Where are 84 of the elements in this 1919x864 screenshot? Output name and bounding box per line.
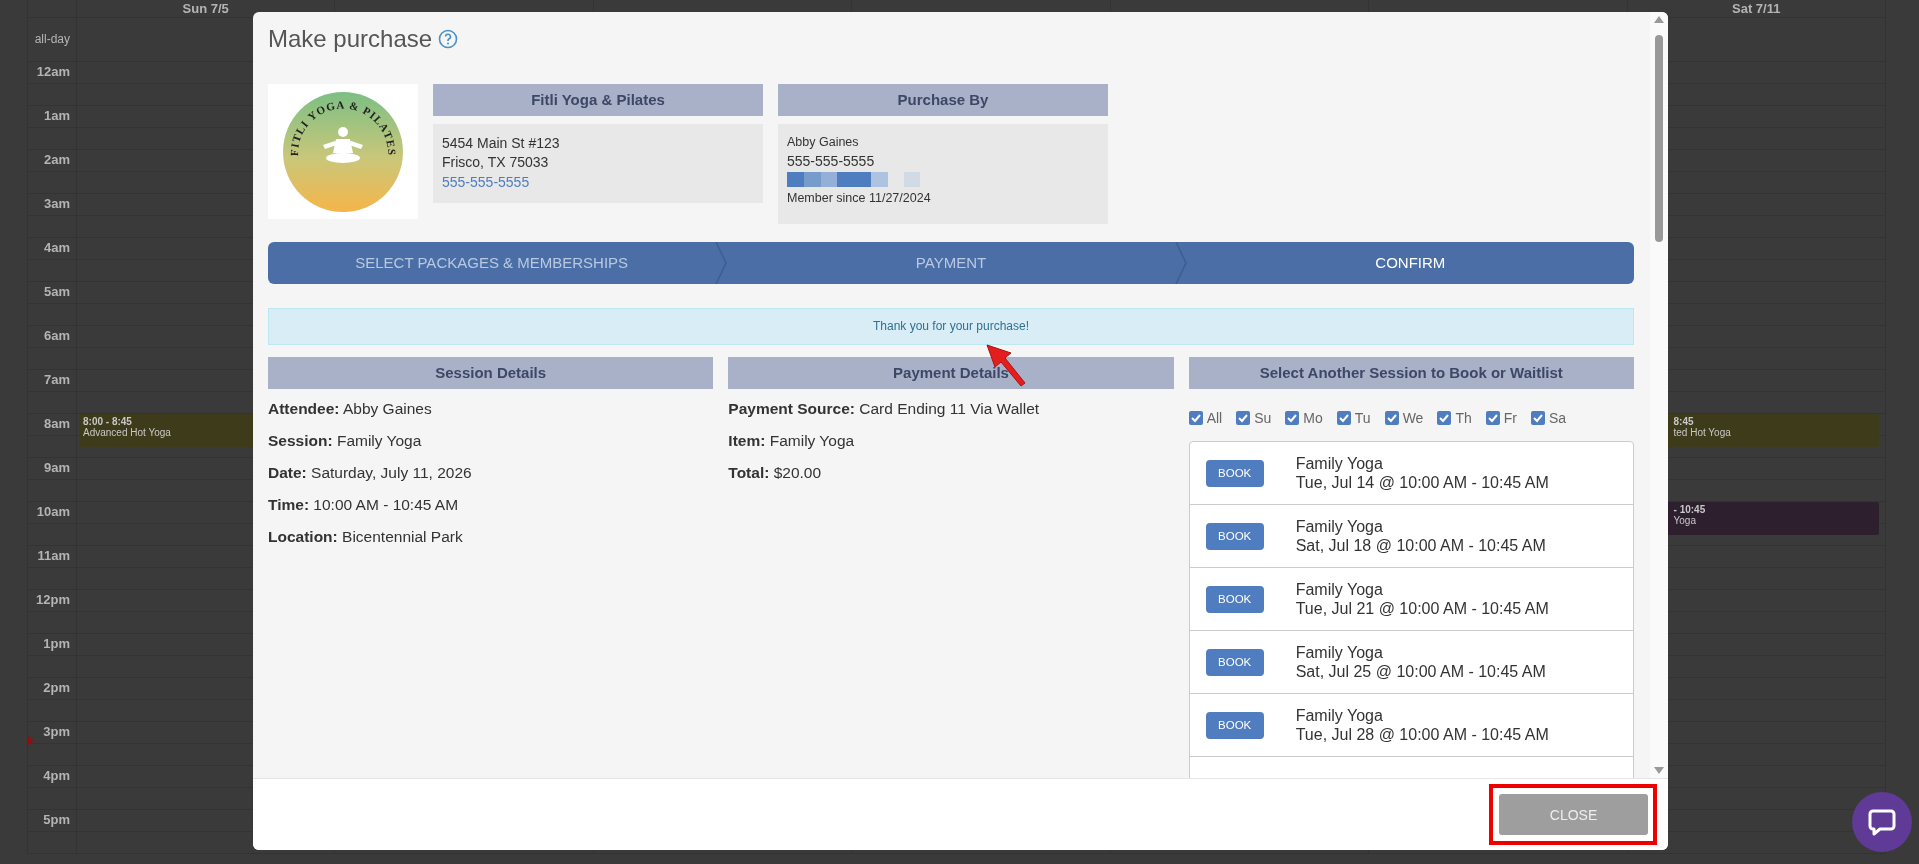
session-time: Tue, Jul 21 @ 10:00 AM - 10:45 AM <box>1295 599 1549 618</box>
hour-label: 12am <box>36 64 70 79</box>
up-arrow-icon[interactable] <box>1654 16 1664 23</box>
scrollbar[interactable] <box>1650 12 1668 778</box>
day-checkbox[interactable]: Mo <box>1285 410 1323 426</box>
detail-line: Payment Source: Card Ending 11 Via Wallet <box>728 399 1041 419</box>
hour-label: 10am <box>36 504 70 519</box>
hour-label: 12pm <box>36 592 70 607</box>
hour-label: 8am <box>43 416 70 431</box>
card-header: Fitli Yoga & Pilates <box>433 84 763 116</box>
checkbox-icon[interactable] <box>1530 411 1545 425</box>
detail-line: Item: Family Yoga <box>728 431 856 451</box>
day-header: Sat 7/11 <box>1732 1 1781 16</box>
hour-label: 11am <box>37 548 70 563</box>
book-button[interactable]: BOOK <box>1205 459 1264 487</box>
hour-label: 9am <box>43 460 70 475</box>
chevron-icon <box>715 242 728 284</box>
day-checkbox[interactable]: Th <box>1437 410 1472 426</box>
detail-line: Date: Saturday, July 11, 2026 <box>268 463 473 483</box>
chevron-icon <box>1174 242 1187 284</box>
checkbox-icon[interactable] <box>1188 411 1203 425</box>
scrollbar-thumb[interactable] <box>1655 35 1663 242</box>
book-button[interactable]: BOOK <box>1205 648 1264 676</box>
day-header: Sun 7/5 <box>182 1 229 16</box>
hour-label: 5pm <box>43 812 70 827</box>
detail-line: Total: $20.00 <box>728 463 823 483</box>
day-checkbox[interactable]: Sa <box>1530 410 1567 426</box>
session-time: Tue, Jul 14 @ 10:00 AM - 10:45 AM <box>1295 473 1549 492</box>
session-name: Family Yoga <box>1295 706 1384 725</box>
hour-label: 4am <box>43 240 70 255</box>
checkbox-icon[interactable] <box>1437 411 1452 425</box>
dialog-title: Make purchase <box>268 25 433 53</box>
book-button[interactable]: BOOK <box>1205 522 1264 550</box>
book-button[interactable]: BOOK <box>1205 711 1264 739</box>
session-name: Family Yoga <box>1295 454 1384 473</box>
session-name: Family Yoga <box>1295 580 1384 599</box>
member-since: Member since 11/27/2024 <box>787 190 932 207</box>
hour-label: 2am <box>43 152 70 167</box>
checkbox-icon[interactable] <box>1336 411 1351 425</box>
chat-button[interactable] <box>1852 792 1912 852</box>
book-button[interactable]: BOOK <box>1205 585 1264 613</box>
address-line: 5454 Main St #123 <box>442 134 561 153</box>
session-time: Tue, Jul 28 @ 10:00 AM - 10:45 AM <box>1295 725 1549 744</box>
hour-label: 1pm <box>43 636 70 651</box>
hour-label: 5am <box>43 284 70 299</box>
hour-label: 3am <box>43 196 70 211</box>
step-tab[interactable]: PAYMENT <box>727 242 1175 284</box>
checkbox-icon[interactable] <box>1384 411 1399 425</box>
hour-label: 4pm <box>43 768 70 783</box>
day-checkbox[interactable]: All <box>1188 410 1223 426</box>
purchaser-name: Abby Gaines <box>787 134 860 151</box>
checkbox-icon[interactable] <box>1285 411 1300 425</box>
all-day-label: all-day <box>34 32 70 46</box>
detail-line: Location: Bicentennial Park <box>268 527 464 547</box>
session-name: Family Yoga <box>1295 517 1384 536</box>
detail-line: Time: 10:00 AM - 10:45 AM <box>268 495 460 515</box>
down-arrow-icon[interactable] <box>1654 767 1664 774</box>
hour-label: 7am <box>43 372 70 387</box>
day-checkbox[interactable]: Tu <box>1336 410 1371 426</box>
checkbox-icon[interactable] <box>1236 411 1251 425</box>
section-header: Payment Details <box>728 357 1174 389</box>
speech-bubble-icon[interactable] <box>1867 807 1897 837</box>
phone-link[interactable]: 555-555-5555 <box>442 172 530 192</box>
checkbox-icon[interactable] <box>1485 411 1500 425</box>
current-time-marker-icon <box>28 736 34 746</box>
purchaser-phone: 555-555-5555 <box>787 152 876 171</box>
session-time: Sat, Jul 25 @ 10:00 AM - 10:45 AM <box>1295 662 1546 681</box>
section-header: Select Another Session to Book or Waitlist <box>1188 357 1634 389</box>
hour-label: 1am <box>43 108 70 123</box>
success-alert: Thank you for your purchase! <box>268 308 1634 345</box>
help-icon[interactable] <box>438 29 459 49</box>
step-tab[interactable]: CONFIRM <box>1186 242 1634 284</box>
hour-label: 3pm <box>43 724 70 739</box>
step-tab[interactable]: SELECT PACKAGES & MEMBERSHIPS <box>268 242 716 284</box>
section-header: Session Details <box>268 357 714 389</box>
hour-label: 6am <box>43 328 70 343</box>
session-time: Sat, Jul 18 @ 10:00 AM - 10:45 AM <box>1295 536 1546 555</box>
address-line: Frisco, TX 75033 <box>442 153 550 172</box>
hour-label: 2pm <box>43 680 70 695</box>
day-checkbox[interactable]: Fr <box>1485 410 1517 426</box>
day-checkbox[interactable]: Su <box>1236 410 1272 426</box>
day-checkbox[interactable]: We <box>1384 410 1424 426</box>
card-header: Purchase By <box>778 84 1108 116</box>
session-name: Family Yoga <box>1295 643 1384 662</box>
